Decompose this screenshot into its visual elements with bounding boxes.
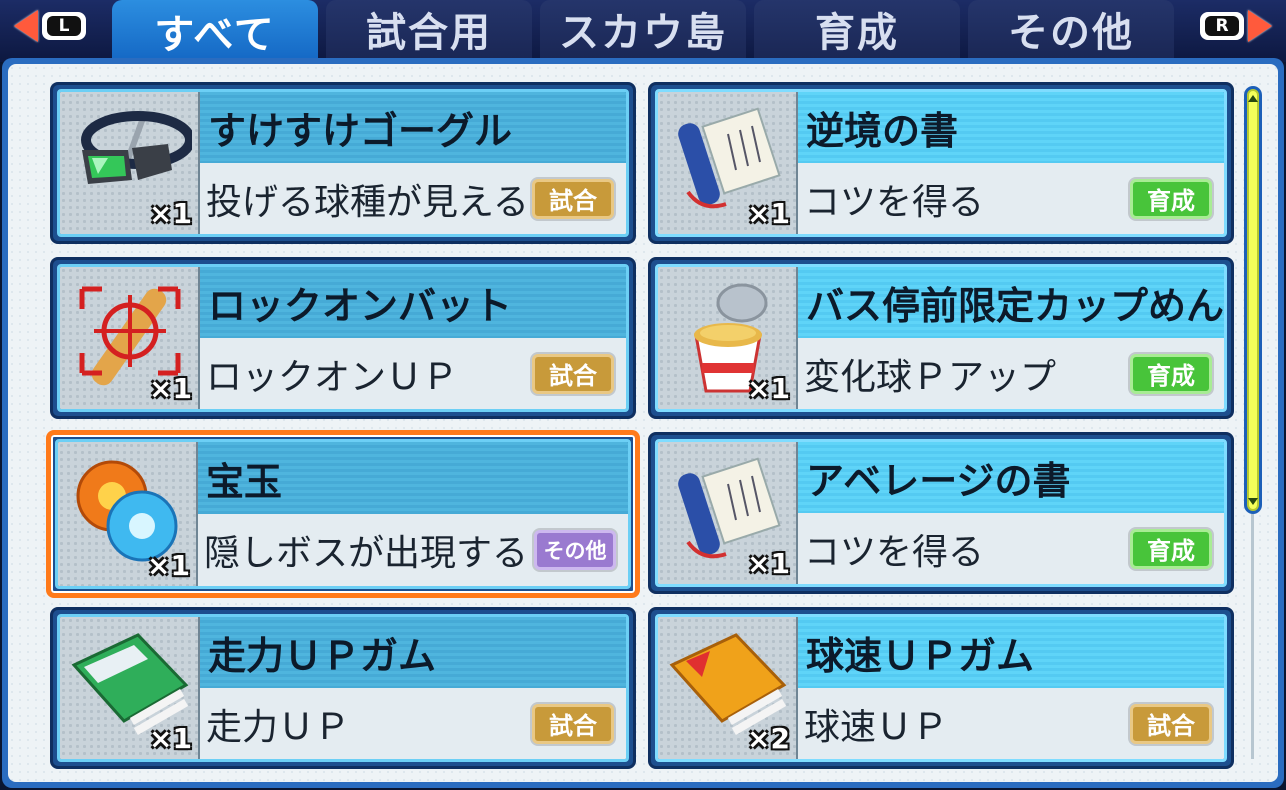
category-badge: 試合 (1130, 703, 1212, 744)
category-badge: 試合 (532, 703, 614, 744)
scrollbar[interactable] (1244, 86, 1262, 514)
tab-training[interactable]: 育成 (754, 0, 960, 58)
item-description-row: 球速ＵＰ 試合 (798, 688, 1224, 759)
item-description: ロックオンＵＰ (206, 356, 459, 398)
item-card[interactable]: ×2 球速ＵＰガム 球速ＵＰ 試合 (648, 607, 1234, 769)
item-description-row: 変化球Ｐアップ 育成 (798, 338, 1224, 409)
item-description: 投げる球種が見える (206, 181, 529, 223)
item-description-row: コツを得る 育成 (798, 163, 1224, 234)
r-button-label: R (1205, 16, 1239, 36)
item-card[interactable]: ×1 バス停前限定カップめん 変化球Ｐアップ 育成 (648, 257, 1234, 419)
item-description: 球速ＵＰ (804, 706, 949, 748)
category-badge: 育成 (1130, 528, 1212, 569)
item-card-body: ×1 すけすけゴーグル 投げる球種が見える 試合 (57, 89, 629, 237)
arrow-left-icon (14, 10, 38, 42)
next-tab-control[interactable]: R (1200, 8, 1272, 44)
item-name: 宝玉 (198, 442, 628, 514)
tab-bar: L すべて 試合用 スカウ島 育成 その他 R (0, 0, 1286, 62)
item-card[interactable]: ×1 アベレージの書 コツを得る 育成 (648, 432, 1234, 594)
item-description: 隠しボスが出現する (204, 533, 529, 574)
r-button-icon: R (1200, 12, 1244, 40)
category-badge: その他 (534, 530, 616, 570)
category-badge: 育成 (1130, 178, 1212, 219)
item-icon-box: ×1 (60, 267, 200, 409)
item-quantity: ×1 (149, 197, 192, 230)
scroll-down-icon (1248, 498, 1258, 505)
item-card-body: ×1 アベレージの書 コツを得る 育成 (655, 439, 1227, 587)
item-quantity: ×1 (149, 372, 192, 405)
item-quantity: ×1 (747, 372, 790, 405)
item-card[interactable]: ×1 走力ＵＰガム 走力ＵＰ 試合 (50, 607, 636, 769)
item-name: すけすけゴーグル (200, 92, 626, 163)
item-name: 走力ＵＰガム (200, 617, 626, 688)
category-badge: 試合 (532, 353, 614, 394)
item-card[interactable]: ×1 逆境の書 コツを得る 育成 (648, 82, 1234, 244)
item-list-panel: ×1 すけすけゴーグル 投げる球種が見える 試合 ×1 逆境の書 コツを得る 育… (2, 58, 1284, 788)
item-name: ロックオンバット (200, 267, 626, 338)
item-description: 変化球Ｐアップ (804, 356, 1057, 398)
item-icon-box: ×1 (658, 92, 798, 234)
arrow-right-icon (1248, 10, 1272, 42)
prev-tab-control[interactable]: L (14, 8, 86, 44)
item-quantity: ×1 (747, 547, 790, 580)
item-icon-box: ×2 (658, 617, 798, 759)
item-name: 逆境の書 (798, 92, 1224, 163)
item-icon-box: ×1 (58, 442, 198, 586)
item-card-body: ×1 逆境の書 コツを得る 育成 (655, 89, 1227, 237)
item-card-body: ×1 ロックオンバット ロックオンＵＰ 試合 (57, 264, 629, 412)
item-icon-box: ×1 (658, 267, 798, 409)
item-card-body: ×1 バス停前限定カップめん 変化球Ｐアップ 育成 (655, 264, 1227, 412)
item-description: コツを得る (804, 181, 985, 223)
category-badge: 育成 (1130, 353, 1212, 394)
item-card-body: ×2 球速ＵＰガム 球速ＵＰ 試合 (655, 614, 1227, 762)
tab-match[interactable]: 試合用 (326, 0, 532, 58)
item-name: アベレージの書 (798, 442, 1224, 513)
item-name: 球速ＵＰガム (798, 617, 1224, 688)
item-description-row: 走力ＵＰ 試合 (200, 688, 626, 759)
item-quantity: ×1 (149, 722, 192, 755)
l-button-label: L (47, 16, 81, 36)
item-description-row: 隠しボスが出現する その他 (198, 514, 628, 586)
item-quantity: ×1 (147, 549, 190, 582)
item-card-body: ×1 宝玉 隠しボスが出現する その他 (55, 439, 631, 589)
item-quantity: ×1 (747, 197, 790, 230)
item-quantity: ×2 (747, 722, 790, 755)
item-icon-box: ×1 (60, 92, 200, 234)
tab-other[interactable]: その他 (968, 0, 1174, 58)
scrollbar-thumb[interactable] (1247, 89, 1259, 511)
item-description-row: コツを得る 育成 (798, 513, 1224, 584)
item-card[interactable]: ×1 すけすけゴーグル 投げる球種が見える 試合 (50, 82, 636, 244)
item-card-selected[interactable]: ×1 宝玉 隠しボスが出現する その他 (46, 430, 640, 598)
tab-scout-island[interactable]: スカウ島 (540, 0, 746, 58)
l-button-icon: L (42, 12, 86, 40)
category-badge: 試合 (532, 178, 614, 219)
item-description: コツを得る (804, 531, 985, 573)
item-description-row: ロックオンＵＰ 試合 (200, 338, 626, 409)
item-card-body: ×1 走力ＵＰガム 走力ＵＰ 試合 (57, 614, 629, 762)
item-description: 走力ＵＰ (206, 706, 351, 748)
tab-all[interactable]: すべて (112, 0, 318, 62)
item-icon-box: ×1 (658, 442, 798, 584)
item-description-row: 投げる球種が見える 試合 (200, 163, 626, 234)
item-icon-box: ×1 (60, 617, 200, 759)
item-name: バス停前限定カップめん (798, 267, 1224, 338)
scrollbar-track[interactable] (1251, 514, 1254, 759)
item-grid: ×1 すけすけゴーグル 投げる球種が見える 試合 ×1 逆境の書 コツを得る 育… (8, 64, 1278, 782)
scroll-up-icon (1248, 95, 1258, 102)
item-card[interactable]: ×1 ロックオンバット ロックオンＵＰ 試合 (50, 257, 636, 419)
